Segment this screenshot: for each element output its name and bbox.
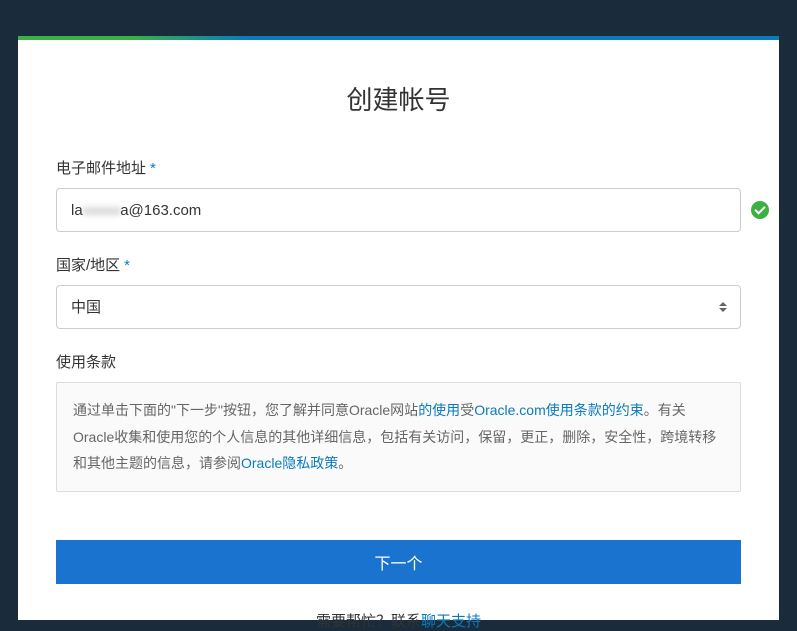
country-label: 国家/地区*	[56, 254, 741, 275]
terms-link[interactable]: Oracle.com使用条款的约束	[474, 402, 644, 418]
help-text: 需要帮忙？联系聊天支持	[56, 610, 741, 631]
privacy-link[interactable]: Oracle隐私政策	[241, 455, 338, 471]
chat-support-link[interactable]: 聊天支持	[421, 613, 481, 630]
usage-link[interactable]: 的使用	[418, 402, 460, 418]
country-group: 国家/地区* 中国	[56, 254, 741, 329]
signup-card: 创建帐号 电子邮件地址* laxxxxxa@163.com 国家/地区* 中国 …	[18, 40, 779, 620]
next-button[interactable]: 下一个	[56, 540, 741, 584]
email-label: 电子邮件地址*	[56, 157, 741, 178]
terms-box: 通过单击下面的"下一步"按钮，您了解并同意Oracle网站的使用受Oracle.…	[56, 382, 741, 492]
required-indicator: *	[150, 160, 156, 177]
required-indicator: *	[124, 257, 130, 274]
checkmark-icon	[751, 201, 769, 219]
email-input-wrapper: laxxxxxa@163.com	[56, 188, 741, 232]
country-select-wrapper: 中国	[56, 285, 741, 329]
terms-group: 使用条款 通过单击下面的"下一步"按钮，您了解并同意Oracle网站的使用受Or…	[56, 351, 741, 492]
email-group: 电子邮件地址* laxxxxxa@163.com	[56, 157, 741, 232]
page-title: 创建帐号	[56, 80, 741, 117]
country-select[interactable]: 中国	[56, 285, 741, 329]
terms-label: 使用条款	[56, 351, 741, 372]
redacted-text: xxxxx	[83, 202, 121, 219]
email-field[interactable]: laxxxxxa@163.com	[56, 188, 741, 232]
